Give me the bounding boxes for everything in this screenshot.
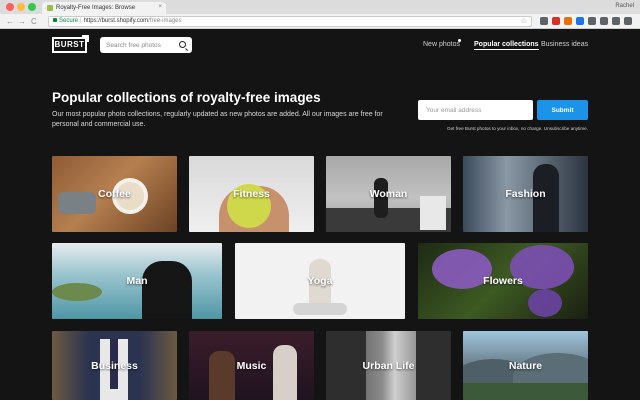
collection-label: Urban Life <box>362 359 415 372</box>
collection-tile-nature[interactable]: Nature <box>463 331 588 400</box>
nav-new-photos[interactable]: New photos <box>423 41 460 48</box>
collection-label: Business <box>91 359 138 372</box>
bookmark-star-icon[interactable]: ☆ <box>521 17 527 26</box>
browser-tab[interactable]: Royalty-Free Images: Browse × <box>42 2 166 14</box>
tab-close-icon[interactable]: × <box>158 4 162 10</box>
collection-tile-yoga[interactable]: Yoga <box>235 243 405 319</box>
address-bar[interactable]: Secure | https://burst.shopify.com/free-im… <box>48 16 532 27</box>
nav-popular-collections[interactable]: Popular collections <box>474 41 539 50</box>
nav-business-ideas[interactable]: Business ideas <box>541 41 588 48</box>
collection-tile-urban-life[interactable]: Urban Life <box>326 331 451 400</box>
extension-icon[interactable] <box>576 17 584 25</box>
forward-arrow-icon[interactable]: → <box>18 17 26 26</box>
extension-icon[interactable] <box>552 17 560 25</box>
collection-tile-music[interactable]: Music <box>189 331 314 400</box>
collection-tile-coffee[interactable]: Coffee <box>52 156 177 232</box>
search-input[interactable] <box>106 39 176 51</box>
url-path: /free-images <box>148 18 182 24</box>
close-window-button[interactable] <box>6 3 14 11</box>
collection-label: Woman <box>369 188 408 200</box>
search-box[interactable] <box>100 37 192 53</box>
lock-icon <box>53 18 57 23</box>
email-field[interactable] <box>418 100 533 120</box>
url-host: https://burst.shopify.com <box>83 18 149 24</box>
extension-icon[interactable] <box>588 17 596 25</box>
collection-label: Fashion <box>505 188 546 200</box>
back-arrow-icon[interactable]: ← <box>6 17 14 26</box>
browser-toolbar: ← → C Secure | https://burst.shopify.com/f… <box>0 14 640 29</box>
maximize-window-button[interactable] <box>28 3 36 11</box>
collection-tile-fitness[interactable]: Fitness <box>189 156 314 232</box>
collection-label: Nature <box>508 359 543 372</box>
collection-tile-man[interactable]: Man <box>52 243 222 319</box>
extension-icon[interactable] <box>540 17 548 25</box>
extension-icon[interactable] <box>564 17 572 25</box>
newsletter-disclaimer: Get free Burst photos to your inbox, no … <box>447 126 588 131</box>
collection-label: Man <box>126 275 148 287</box>
browser-title-bar: Royalty-Free Images: Browse × Rachel <box>0 0 640 14</box>
burst-logo[interactable]: BURST <box>52 35 89 53</box>
reload-icon[interactable]: C <box>31 17 37 26</box>
collection-label: Flowers <box>483 275 523 287</box>
collection-tile-fashion[interactable]: Fashion <box>463 156 588 232</box>
collection-label: Music <box>236 359 267 372</box>
shopify-favicon-icon <box>47 5 53 11</box>
collection-tile-woman[interactable]: Woman <box>326 156 451 232</box>
submit-button[interactable]: Submit <box>537 100 588 120</box>
page-title: Popular collections of royalty-free imag… <box>52 90 321 105</box>
secure-label: Secure <box>59 18 79 24</box>
tab-title: Royalty-Free Images: Browse <box>56 5 136 11</box>
extension-icon[interactable] <box>600 17 608 25</box>
extension-icon[interactable] <box>612 17 620 25</box>
profile-name[interactable]: Rachel <box>615 3 634 9</box>
collection-label: Yoga <box>307 275 333 287</box>
collection-tile-business[interactable]: Business <box>52 331 177 400</box>
browser-menu-icon[interactable] <box>624 17 632 25</box>
page-description: Our most popular photo collections, regu… <box>52 111 383 128</box>
new-indicator-dot <box>458 39 461 42</box>
collection-tile-flowers[interactable]: Flowers <box>418 243 588 319</box>
url-separator: | <box>80 18 82 24</box>
site-header: BURST New photos Popular collections Bus… <box>0 30 640 62</box>
collection-label: Coffee <box>98 188 131 200</box>
search-icon[interactable] <box>179 41 186 48</box>
minimize-window-button[interactable] <box>17 3 25 11</box>
collection-label: Fitness <box>233 188 270 200</box>
